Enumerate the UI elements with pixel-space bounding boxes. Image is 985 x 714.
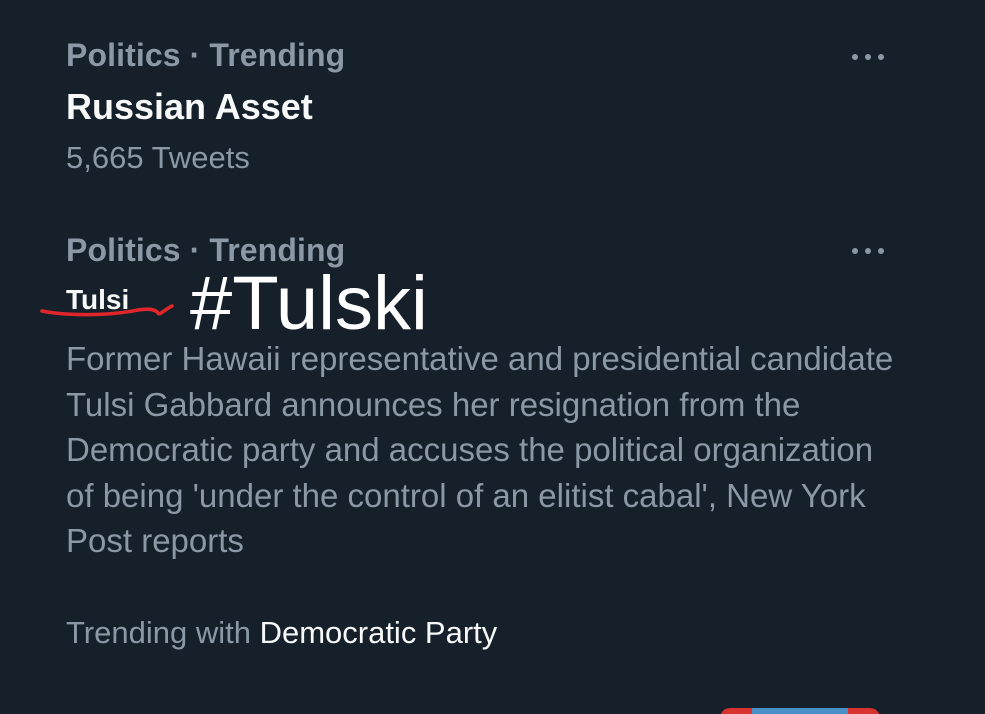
red-strikethrough-annotation bbox=[40, 304, 174, 317]
trending-with-topic-link[interactable]: Democratic Party bbox=[260, 615, 498, 650]
trend-item-russian-asset[interactable]: Politics · Trending Russian Asset 5,665 … bbox=[0, 0, 985, 210]
dot bbox=[878, 54, 884, 60]
trend-summary[interactable]: Former Hawaii representative and preside… bbox=[66, 336, 896, 564]
next-item-media-thumbnail bbox=[720, 708, 880, 714]
dot bbox=[852, 54, 858, 60]
dot bbox=[865, 54, 871, 60]
trending-with-row: Trending with Democratic Party bbox=[66, 615, 497, 651]
trend-item-tulsi[interactable]: Politics · Trending Tulsi #Tulski Former… bbox=[0, 210, 985, 714]
dot bbox=[852, 248, 858, 254]
dot bbox=[878, 248, 884, 254]
dot bbox=[865, 248, 871, 254]
tweet-count: 5,665 Tweets bbox=[66, 140, 250, 175]
trend-title[interactable]: Russian Asset bbox=[66, 86, 313, 128]
trend-context: Politics · Trending bbox=[66, 37, 346, 73]
more-options-icon[interactable] bbox=[848, 47, 888, 67]
more-options-icon[interactable] bbox=[848, 241, 888, 261]
handwritten-replacement-title: #Tulski bbox=[190, 261, 428, 346]
trending-with-label: Trending with bbox=[66, 615, 260, 650]
